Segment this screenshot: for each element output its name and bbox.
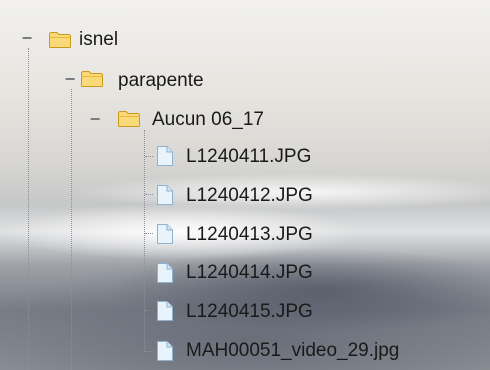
collapse-toggle-parapente[interactable]: − bbox=[63, 70, 77, 88]
tree-branch bbox=[145, 271, 153, 272]
folder-icon bbox=[118, 111, 140, 127]
file-icon bbox=[157, 301, 173, 321]
file-icon bbox=[157, 341, 173, 361]
tree-item-parapente[interactable]: parapente bbox=[118, 70, 204, 92]
tree-item-isnel[interactable]: isnel bbox=[79, 29, 118, 51]
tree-item-file[interactable]: L1240415.JPG bbox=[186, 301, 313, 323]
tree-item-file[interactable]: L1240413.JPG bbox=[186, 224, 313, 246]
file-icon bbox=[157, 224, 173, 244]
tree-branch bbox=[145, 310, 153, 311]
file-icon bbox=[157, 263, 173, 283]
tree-connector-root bbox=[28, 48, 29, 370]
tree-branch bbox=[145, 194, 153, 195]
tree-item-aucun-06-17[interactable]: Aucun 06_17 bbox=[152, 109, 264, 131]
tree-branch bbox=[145, 351, 153, 352]
tree-item-file[interactable]: MAH00051_video_29.jpg bbox=[186, 340, 399, 362]
file-icon bbox=[157, 185, 173, 205]
collapse-toggle-isnel[interactable]: − bbox=[20, 29, 34, 47]
folder-icon bbox=[49, 32, 71, 48]
file-icon bbox=[157, 146, 173, 166]
folder-tree: − isnel − parapente − Aucun 06_17 L12404… bbox=[0, 0, 490, 370]
tree-connector-aucun bbox=[144, 130, 145, 352]
tree-item-file[interactable]: L1240411.JPG bbox=[186, 146, 311, 168]
tree-connector-parapente bbox=[71, 89, 72, 370]
tree-branch bbox=[145, 233, 153, 234]
tree-item-file[interactable]: L1240412.JPG bbox=[186, 185, 313, 207]
collapse-toggle-aucun-06-17[interactable]: − bbox=[88, 110, 102, 128]
tree-item-file[interactable]: L1240414.JPG bbox=[186, 262, 313, 284]
folder-icon bbox=[81, 71, 103, 87]
tree-branch bbox=[145, 156, 153, 157]
